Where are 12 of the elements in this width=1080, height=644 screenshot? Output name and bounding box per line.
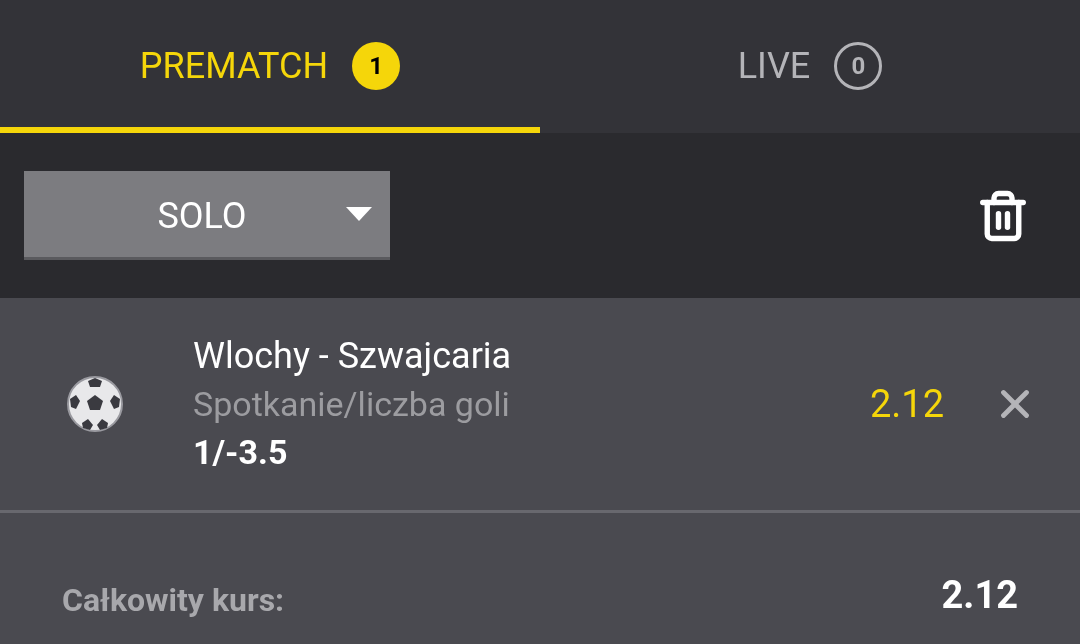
tab[interactable]: LIVE 0 bbox=[540, 0, 1080, 133]
total-odds-label: Całkowity kurs: bbox=[62, 580, 285, 621]
odds-value: 2.12 bbox=[869, 380, 944, 428]
count-badge: 1 bbox=[352, 41, 401, 90]
soccer-ball-icon bbox=[66, 375, 124, 433]
caret-icon bbox=[346, 207, 372, 221]
count-badge: 0 bbox=[834, 41, 883, 90]
selection-label: 1/-3.5 bbox=[193, 431, 289, 474]
market-name: Spotkanie/liczba goli bbox=[193, 383, 511, 426]
total-odds-value: 2.12 bbox=[941, 572, 1018, 619]
bet-type-dropdown[interactable]: SOLO bbox=[24, 171, 390, 260]
event-name: Wlochy - Szwajcaria bbox=[193, 334, 513, 379]
